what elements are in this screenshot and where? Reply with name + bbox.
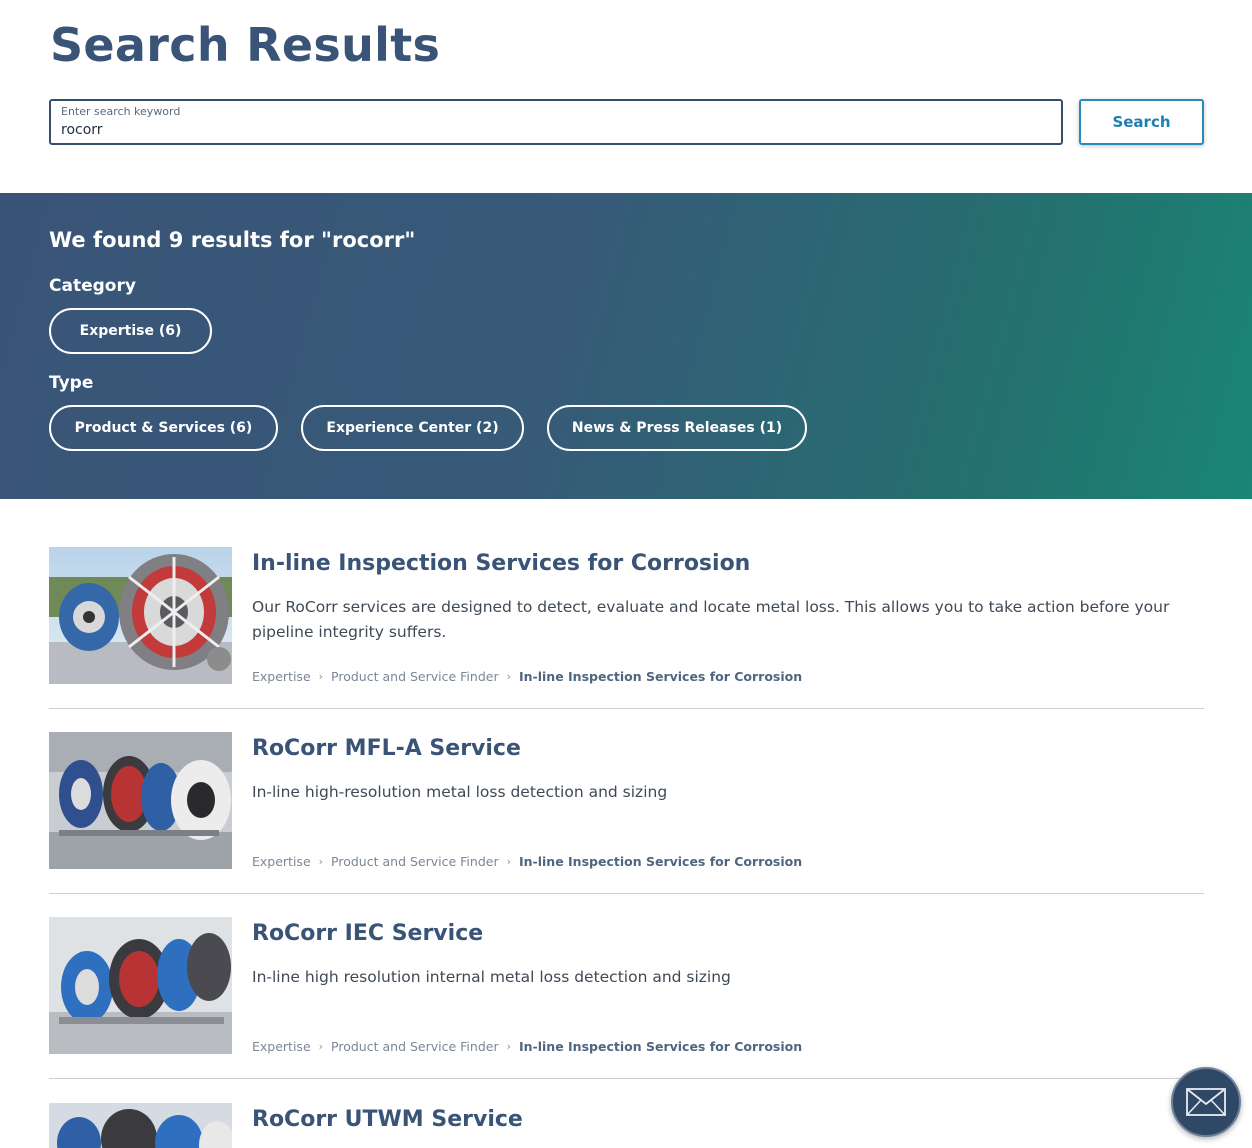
- search-value[interactable]: rocorr: [61, 122, 103, 138]
- breadcrumb: Expertise › Product and Service Finder ›…: [252, 669, 802, 684]
- breadcrumb-item[interactable]: Product and Service Finder: [331, 1039, 499, 1054]
- type-heading: Type: [49, 373, 94, 393]
- breadcrumb-item[interactable]: Expertise: [252, 1039, 311, 1054]
- result-thumbnail[interactable]: [49, 732, 232, 869]
- breadcrumb-item[interactable]: Expertise: [252, 854, 311, 869]
- result-description: In-line high resolution internal metal l…: [252, 968, 731, 986]
- result-item: RoCorr UTWM Service: [49, 1103, 1204, 1148]
- result-title[interactable]: RoCorr IEC Service: [252, 921, 483, 946]
- chevron-right-icon: ›: [506, 1040, 511, 1053]
- chip-product-services[interactable]: Product & Services (6): [49, 405, 278, 451]
- chip-experience-center[interactable]: Experience Center (2): [301, 405, 524, 451]
- result-item: RoCorr MFL-A Service In-line high-resolu…: [49, 732, 1204, 894]
- results-filter-banner: We found 9 results for "rocorr" Category…: [0, 193, 1252, 499]
- search-placeholder: Enter search keyword: [61, 105, 181, 118]
- chevron-right-icon: ›: [506, 670, 511, 683]
- result-thumbnail[interactable]: [49, 1103, 232, 1148]
- chip-news-press[interactable]: News & Press Releases (1): [547, 405, 807, 451]
- breadcrumb: Expertise › Product and Service Finder ›…: [252, 854, 802, 869]
- result-item: In-line Inspection Services for Corrosio…: [49, 547, 1204, 709]
- breadcrumb: Expertise › Product and Service Finder ›…: [252, 1039, 802, 1054]
- breadcrumb-current[interactable]: In-line Inspection Services for Corrosio…: [519, 669, 802, 684]
- chevron-right-icon: ›: [318, 670, 324, 683]
- breadcrumb-current[interactable]: In-line Inspection Services for Corrosio…: [519, 1039, 802, 1054]
- result-thumbnail[interactable]: [49, 547, 232, 684]
- result-item: RoCorr IEC Service In-line high resoluti…: [49, 917, 1204, 1079]
- page-title: Search Results: [50, 18, 441, 72]
- search-button[interactable]: Search: [1079, 99, 1204, 145]
- result-title[interactable]: RoCorr MFL-A Service: [252, 736, 521, 761]
- breadcrumb-item[interactable]: Product and Service Finder: [331, 854, 499, 869]
- result-description: Our RoCorr services are designed to dete…: [252, 598, 1170, 641]
- breadcrumb-item[interactable]: Product and Service Finder: [331, 669, 499, 684]
- results-count-text: We found 9 results for "rocorr": [49, 228, 416, 252]
- contact-fab[interactable]: [1171, 1067, 1241, 1137]
- result-thumbnail[interactable]: [49, 917, 232, 1054]
- result-description: In-line high-resolution metal loss detec…: [252, 783, 668, 801]
- search-input[interactable]: Enter search keyword rocorr: [49, 99, 1063, 145]
- envelope-icon: [1186, 1088, 1226, 1116]
- chip-expertise[interactable]: Expertise (6): [49, 308, 212, 354]
- chevron-right-icon: ›: [318, 1040, 324, 1053]
- chevron-right-icon: ›: [318, 855, 324, 868]
- category-heading: Category: [49, 276, 136, 296]
- result-title[interactable]: RoCorr UTWM Service: [252, 1107, 523, 1132]
- chevron-right-icon: ›: [506, 855, 511, 868]
- result-title[interactable]: In-line Inspection Services for Corrosio…: [252, 551, 750, 576]
- breadcrumb-item[interactable]: Expertise: [252, 669, 311, 684]
- breadcrumb-current[interactable]: In-line Inspection Services for Corrosio…: [519, 854, 802, 869]
